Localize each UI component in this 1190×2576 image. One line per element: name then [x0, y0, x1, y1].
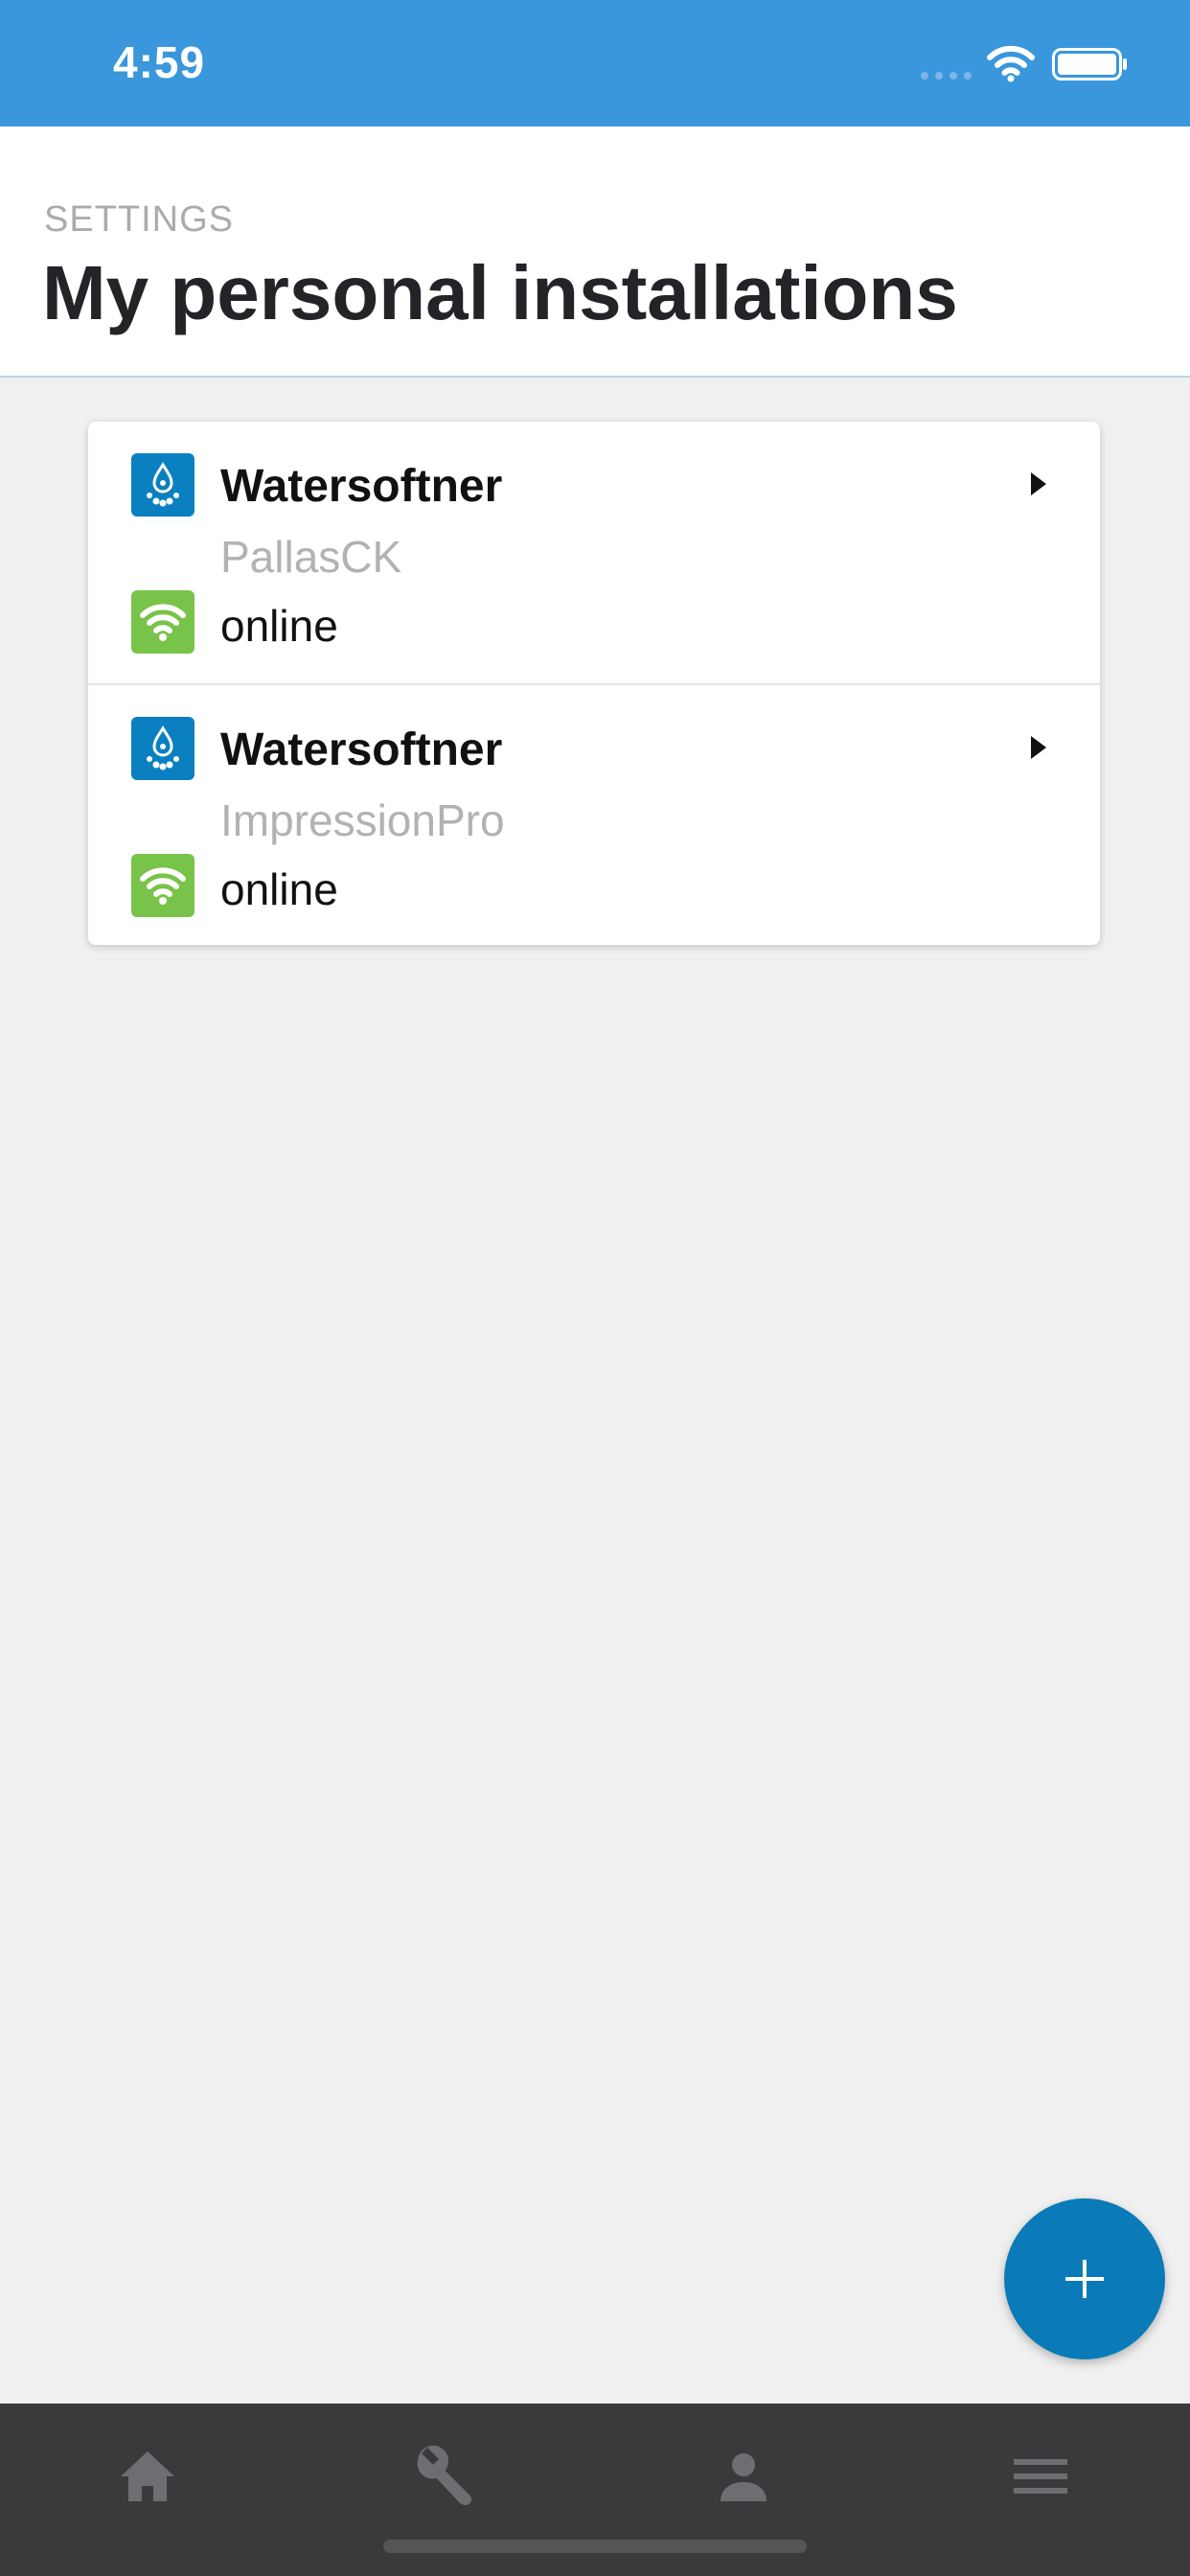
wifi-icon	[131, 854, 195, 917]
status-bar: 4:59	[0, 0, 1190, 126]
water-drop-icon	[131, 717, 195, 780]
page-header: SETTINGS My personal installations	[0, 126, 1190, 378]
cellular-signal-icon	[921, 72, 972, 80]
wifi-icon	[131, 590, 195, 654]
installation-name: Watersoftner	[220, 461, 503, 512]
wrench-icon	[417, 2446, 471, 2505]
add-installation-button[interactable]	[1004, 2198, 1165, 2359]
installations-list: Watersoftner PallasCK online Watersoftne…	[88, 422, 1100, 945]
plus-icon	[1065, 2260, 1104, 2298]
nav-profile[interactable]	[705, 2438, 782, 2515]
nav-home[interactable]	[109, 2438, 186, 2515]
bottom-navigation	[0, 2404, 1190, 2576]
installation-item[interactable]: Watersoftner ImpressionPro online	[88, 683, 1100, 945]
home-indicator[interactable]	[383, 2540, 807, 2553]
installation-model: ImpressionPro	[220, 795, 505, 845]
battery-icon	[1052, 48, 1127, 80]
wifi-status-icon	[987, 45, 1035, 82]
chevron-right-icon	[1031, 736, 1046, 759]
installation-item[interactable]: Watersoftner PallasCK online	[88, 422, 1100, 682]
section-label: SETTINGS	[44, 199, 235, 240]
chevron-right-icon	[1031, 472, 1046, 495]
home-icon	[121, 2451, 174, 2501]
person-icon	[721, 2453, 767, 2501]
status-time: 4:59	[113, 37, 206, 87]
installation-model: PallasCK	[220, 532, 402, 582]
connection-status: online	[220, 601, 338, 651]
page-title: My personal installations	[42, 250, 958, 335]
nav-tools[interactable]	[406, 2438, 483, 2515]
water-drop-icon	[131, 453, 195, 517]
nav-menu[interactable]	[1002, 2438, 1079, 2515]
menu-icon	[1014, 2459, 1067, 2494]
connection-status: online	[220, 864, 338, 914]
installation-name: Watersoftner	[220, 724, 503, 775]
